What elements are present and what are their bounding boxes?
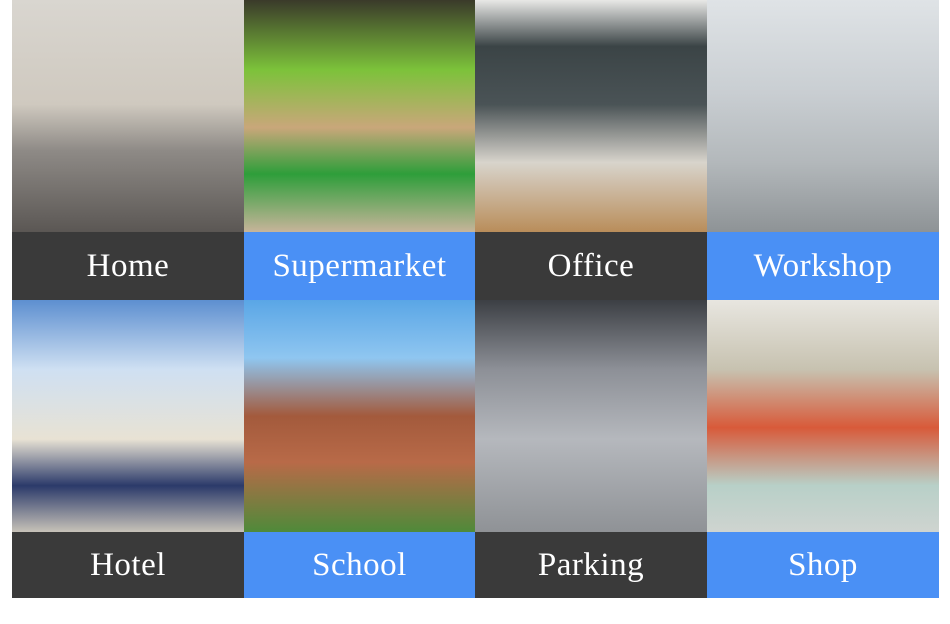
parking-photo — [475, 300, 707, 532]
school-photo — [244, 300, 475, 532]
tile-hotel: Hotel — [12, 300, 244, 598]
tile-workshop: Workshop — [707, 0, 939, 300]
application-scenes-grid: Home Supermarket Office Workshop Hotel S… — [12, 0, 939, 598]
tile-office: Office — [475, 0, 707, 300]
tile-label: Supermarket — [244, 232, 475, 300]
workshop-photo — [707, 0, 939, 232]
hotel-photo — [12, 300, 244, 532]
tile-label: School — [244, 532, 475, 598]
tile-label: Office — [475, 232, 707, 300]
tile-label: Hotel — [12, 532, 244, 598]
tile-school: School — [244, 300, 475, 598]
tile-label: Home — [12, 232, 244, 300]
office-photo — [475, 0, 707, 232]
tile-home: Home — [12, 0, 244, 300]
tile-label: Shop — [707, 532, 939, 598]
supermarket-photo — [244, 0, 475, 232]
tile-label: Workshop — [707, 232, 939, 300]
tile-supermarket: Supermarket — [244, 0, 475, 300]
tile-parking: Parking — [475, 300, 707, 598]
tile-label: Parking — [475, 532, 707, 598]
shop-photo — [707, 300, 939, 532]
tile-shop: Shop — [707, 300, 939, 598]
home-photo — [12, 0, 244, 232]
